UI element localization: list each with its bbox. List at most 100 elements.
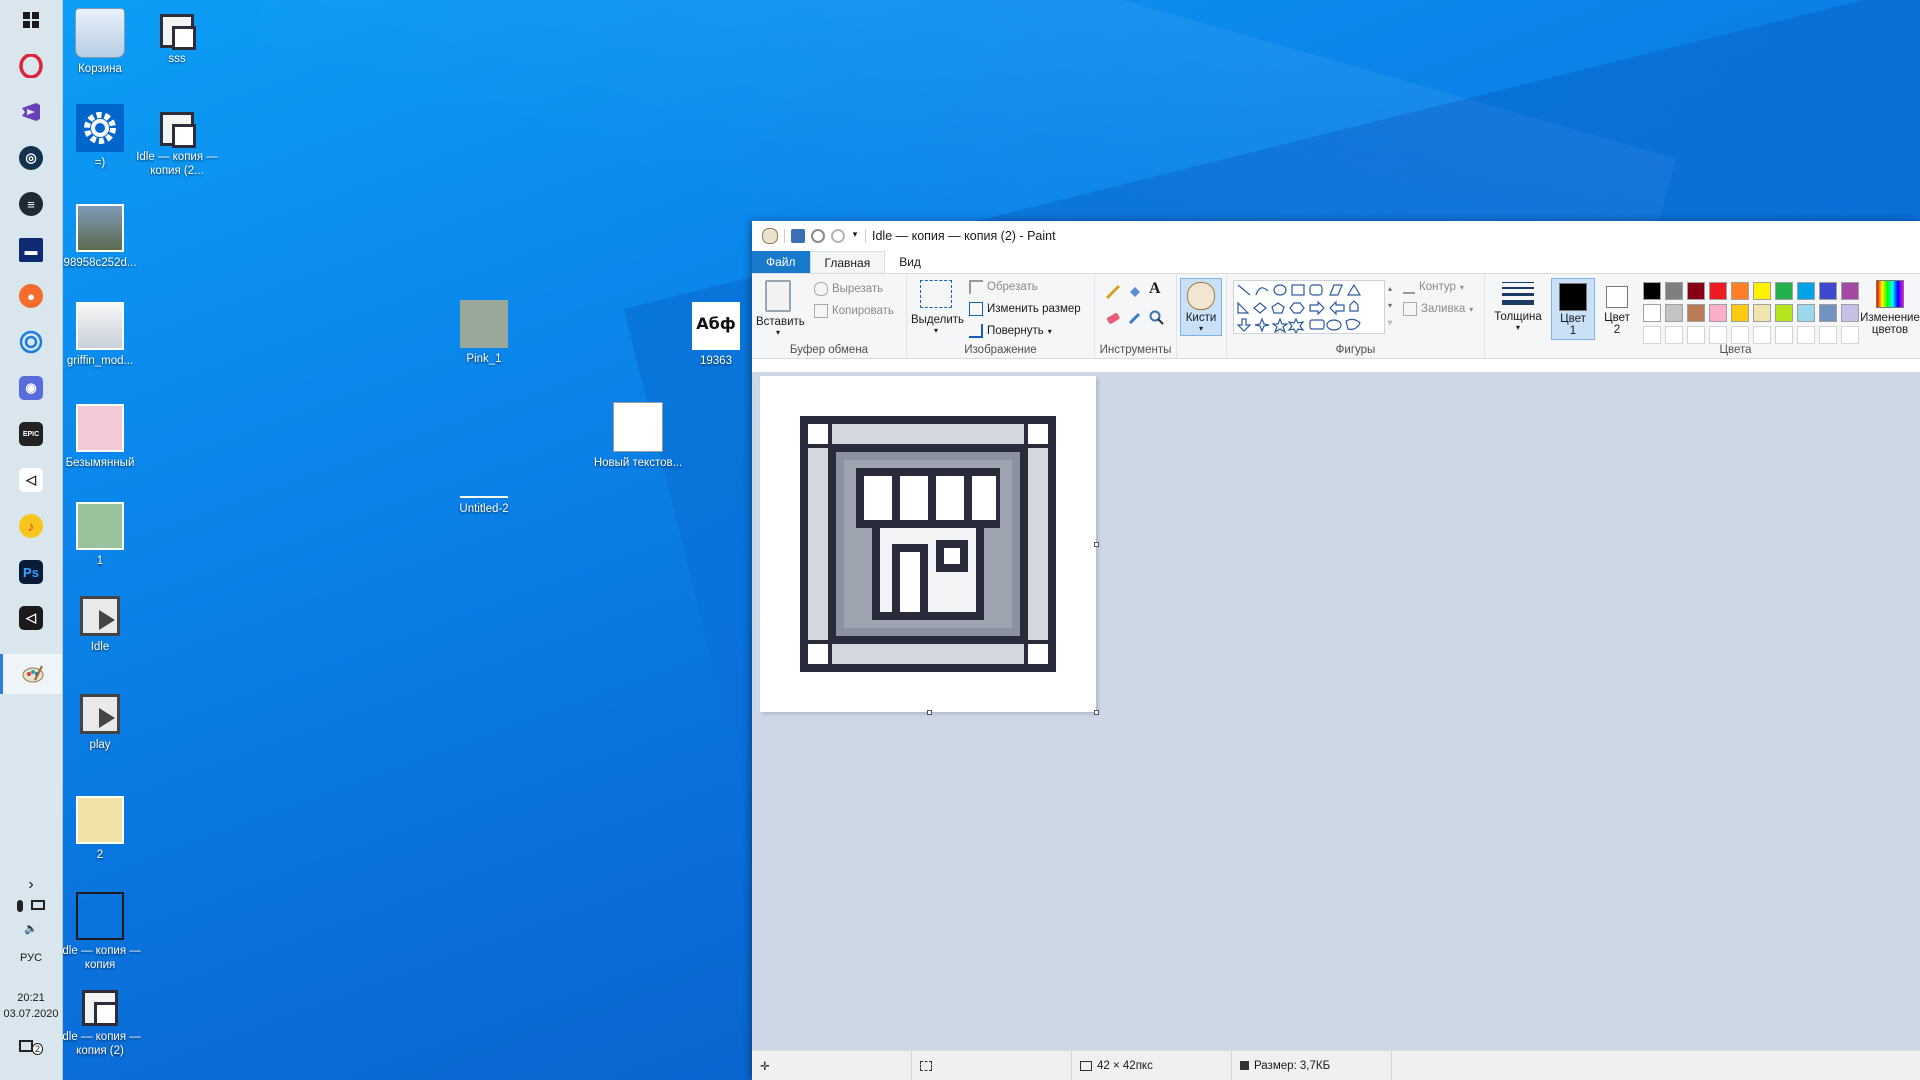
taskbar-app-bar[interactable]: ▬ <box>0 230 62 270</box>
taskbar-origin[interactable]: ● <box>0 276 62 316</box>
palette-swatch[interactable] <box>1643 326 1661 344</box>
taskbar-unity-hub[interactable]: ◁ <box>0 598 62 638</box>
eraser-tool[interactable] <box>1105 310 1121 326</box>
canvas-resize-handle-bottom[interactable] <box>927 710 932 715</box>
palette-swatch[interactable] <box>1775 326 1793 344</box>
taskbar-visual-studio[interactable] <box>0 92 62 132</box>
tab-view[interactable]: Вид <box>885 251 935 273</box>
drawing-canvas[interactable] <box>760 376 1096 712</box>
fill-button[interactable]: Заливка ▾ <box>1403 302 1473 316</box>
cut-button[interactable]: Вырезать <box>814 282 883 296</box>
color1-button[interactable]: Цвет 1 <box>1551 278 1595 340</box>
palette-swatch[interactable] <box>1709 282 1727 300</box>
palette-swatch[interactable] <box>1709 304 1727 322</box>
desktop-icon-1[interactable]: 1 <box>52 502 148 568</box>
pencil-tool[interactable] <box>1105 284 1121 300</box>
taskbar-photoshop[interactable]: Ps <box>0 552 62 592</box>
palette-swatch[interactable] <box>1687 326 1705 344</box>
select-button[interactable]: Выделить ▾ <box>911 280 964 335</box>
palette-swatch[interactable] <box>1731 304 1749 322</box>
volume-icon[interactable]: 🔈 <box>0 922 62 935</box>
desktop-icon-untitled-image[interactable]: Безымянный <box>52 404 148 470</box>
color2-button[interactable]: Цвет 2 <box>1597 278 1637 340</box>
shapes-gallery[interactable] <box>1233 280 1385 335</box>
customize-qa-chevron-icon[interactable]: ▾ <box>851 229 859 243</box>
save-icon[interactable] <box>791 229 805 243</box>
undo-icon[interactable] <box>811 229 825 243</box>
taskbar-discord[interactable]: ◉ <box>0 368 62 408</box>
microphone-icon[interactable] <box>17 900 23 912</box>
resize-button[interactable]: Изменить размер <box>969 302 1081 316</box>
palette-swatch[interactable] <box>1753 326 1771 344</box>
text-tool[interactable]: A <box>1149 280 1165 300</box>
network-icon[interactable] <box>31 900 45 910</box>
palette-swatch[interactable] <box>1731 326 1749 344</box>
palette-swatch[interactable] <box>1709 326 1727 344</box>
palette-swatch[interactable] <box>1753 304 1771 322</box>
outline-button[interactable]: Контур ▾ <box>1403 280 1464 294</box>
palette-swatch[interactable] <box>1731 282 1749 300</box>
taskbar-ubisoft[interactable] <box>0 322 62 362</box>
tab-file[interactable]: Файл <box>752 251 810 273</box>
palette-swatch[interactable] <box>1775 282 1793 300</box>
clock-date[interactable]: 03.07.2020 <box>0 1008 62 1020</box>
palette-swatch[interactable] <box>1819 282 1837 300</box>
taskbar-yandex-music[interactable]: ♪ <box>0 506 62 546</box>
desktop-icon-new-text[interactable]: Новый текстов... <box>590 402 686 470</box>
desktop-icon-play[interactable]: play <box>52 694 148 752</box>
palette-swatch[interactable] <box>1797 282 1815 300</box>
canvas-resize-handle-right[interactable] <box>1094 542 1099 547</box>
thickness-button[interactable]: Толщина ▾ <box>1489 280 1547 332</box>
desktop-icon-pink1[interactable]: Pink_1 <box>436 300 532 366</box>
desktop-icon-untitled-2[interactable]: Untitled-2 <box>436 496 532 516</box>
palette-swatch[interactable] <box>1665 282 1683 300</box>
canvas-workarea[interactable] <box>752 372 1920 1051</box>
palette-swatch[interactable] <box>1665 304 1683 322</box>
taskbar-epic-games[interactable]: EPIC <box>0 414 62 454</box>
fill-tool[interactable] <box>1127 284 1143 300</box>
language-indicator[interactable]: РУС <box>0 952 62 964</box>
start-button[interactable] <box>0 0 62 40</box>
rotate-button[interactable]: Повернуть ▾ <box>969 324 1052 338</box>
palette-swatch[interactable] <box>1643 282 1661 300</box>
taskbar-unity[interactable]: ◁ <box>0 460 62 500</box>
desktop-icon-griffin[interactable]: griffin_mod... <box>52 302 148 368</box>
action-center-button[interactable]: 2 <box>0 1040 62 1055</box>
brushes-button[interactable]: Кисти ▾ <box>1180 278 1222 336</box>
desktop-icon-2[interactable]: 2 <box>52 796 148 862</box>
palette-swatch[interactable] <box>1819 304 1837 322</box>
paste-button[interactable]: Вставить ▾ <box>756 280 805 337</box>
desktop-icon-photo[interactable]: 98958c252d... <box>52 204 148 270</box>
desktop-icon-idle-copy-2[interactable]: Idle — копия — копия (2... <box>129 112 225 178</box>
palette-swatch[interactable] <box>1775 304 1793 322</box>
palette-swatch[interactable] <box>1841 326 1859 344</box>
taskbar-app-stripes[interactable]: ≡ <box>0 184 62 224</box>
palette-swatch[interactable] <box>1841 282 1859 300</box>
palette-swatch[interactable] <box>1643 304 1661 322</box>
desktop-icon-19363[interactable]: Абф 19363 <box>668 302 764 368</box>
palette-swatch[interactable] <box>1687 304 1705 322</box>
clock-time[interactable]: 20:21 <box>0 992 62 1004</box>
canvas-resize-handle-corner[interactable] <box>1094 710 1099 715</box>
color-picker-tool[interactable] <box>1127 310 1143 326</box>
palette-swatch[interactable] <box>1819 326 1837 344</box>
redo-icon[interactable] <box>831 229 845 243</box>
tray-expand-chevron[interactable]: › <box>0 876 62 894</box>
magnifier-tool[interactable] <box>1149 310 1165 326</box>
palette-swatch[interactable] <box>1797 304 1815 322</box>
palette-swatch[interactable] <box>1797 326 1815 344</box>
crop-button[interactable]: Обрезать <box>969 280 1038 294</box>
palette-swatch[interactable] <box>1665 326 1683 344</box>
desktop-icon-sss[interactable]: sss <box>129 14 225 66</box>
copy-button[interactable]: Копировать <box>814 304 894 318</box>
edit-colors-button[interactable]: Изменение цветов <box>1859 278 1920 336</box>
palette-swatch[interactable] <box>1753 282 1771 300</box>
taskbar-steam[interactable]: ◎ <box>0 138 62 178</box>
tab-home[interactable]: Главная <box>809 251 886 273</box>
taskbar-opera[interactable] <box>0 46 62 86</box>
palette-swatch[interactable] <box>1687 282 1705 300</box>
desktop-icon-idle[interactable]: Idle <box>52 596 148 654</box>
palette-swatch[interactable] <box>1841 304 1859 322</box>
desktop-icon-idle-copy[interactable]: Idle — копия — копия <box>52 892 148 972</box>
desktop-icon-idle-copy-copy-2[interactable]: Idle — копия — копия (2) <box>52 990 148 1058</box>
